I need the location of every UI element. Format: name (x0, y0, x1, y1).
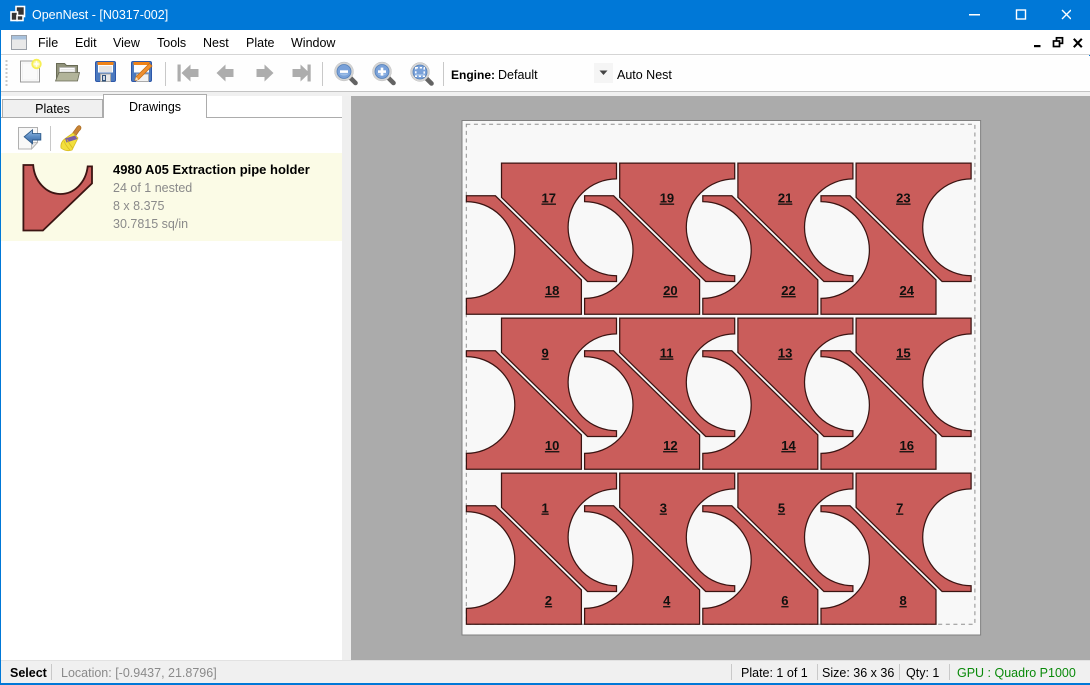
svg-text:1: 1 (542, 501, 549, 516)
svg-text:12: 12 (663, 438, 677, 453)
svg-text:14: 14 (781, 438, 796, 453)
svg-text:7: 7 (896, 501, 903, 516)
svg-text:2: 2 (545, 593, 552, 608)
svg-text:18: 18 (545, 283, 559, 298)
svg-text:13: 13 (778, 346, 792, 361)
svg-text:10: 10 (545, 438, 559, 453)
svg-text:21: 21 (778, 191, 792, 206)
svg-text:9: 9 (542, 346, 549, 361)
svg-text:19: 19 (660, 191, 674, 206)
svg-text:16: 16 (900, 438, 914, 453)
svg-text:5: 5 (778, 501, 785, 516)
svg-text:22: 22 (781, 283, 795, 298)
svg-text:8: 8 (900, 593, 907, 608)
svg-text:3: 3 (660, 501, 667, 516)
svg-text:20: 20 (663, 283, 677, 298)
svg-text:24: 24 (900, 283, 915, 298)
svg-text:6: 6 (781, 593, 788, 608)
svg-text:11: 11 (660, 346, 674, 361)
svg-text:23: 23 (896, 191, 910, 206)
svg-text:4: 4 (663, 593, 671, 608)
svg-text:17: 17 (542, 191, 556, 206)
svg-text:15: 15 (896, 346, 910, 361)
